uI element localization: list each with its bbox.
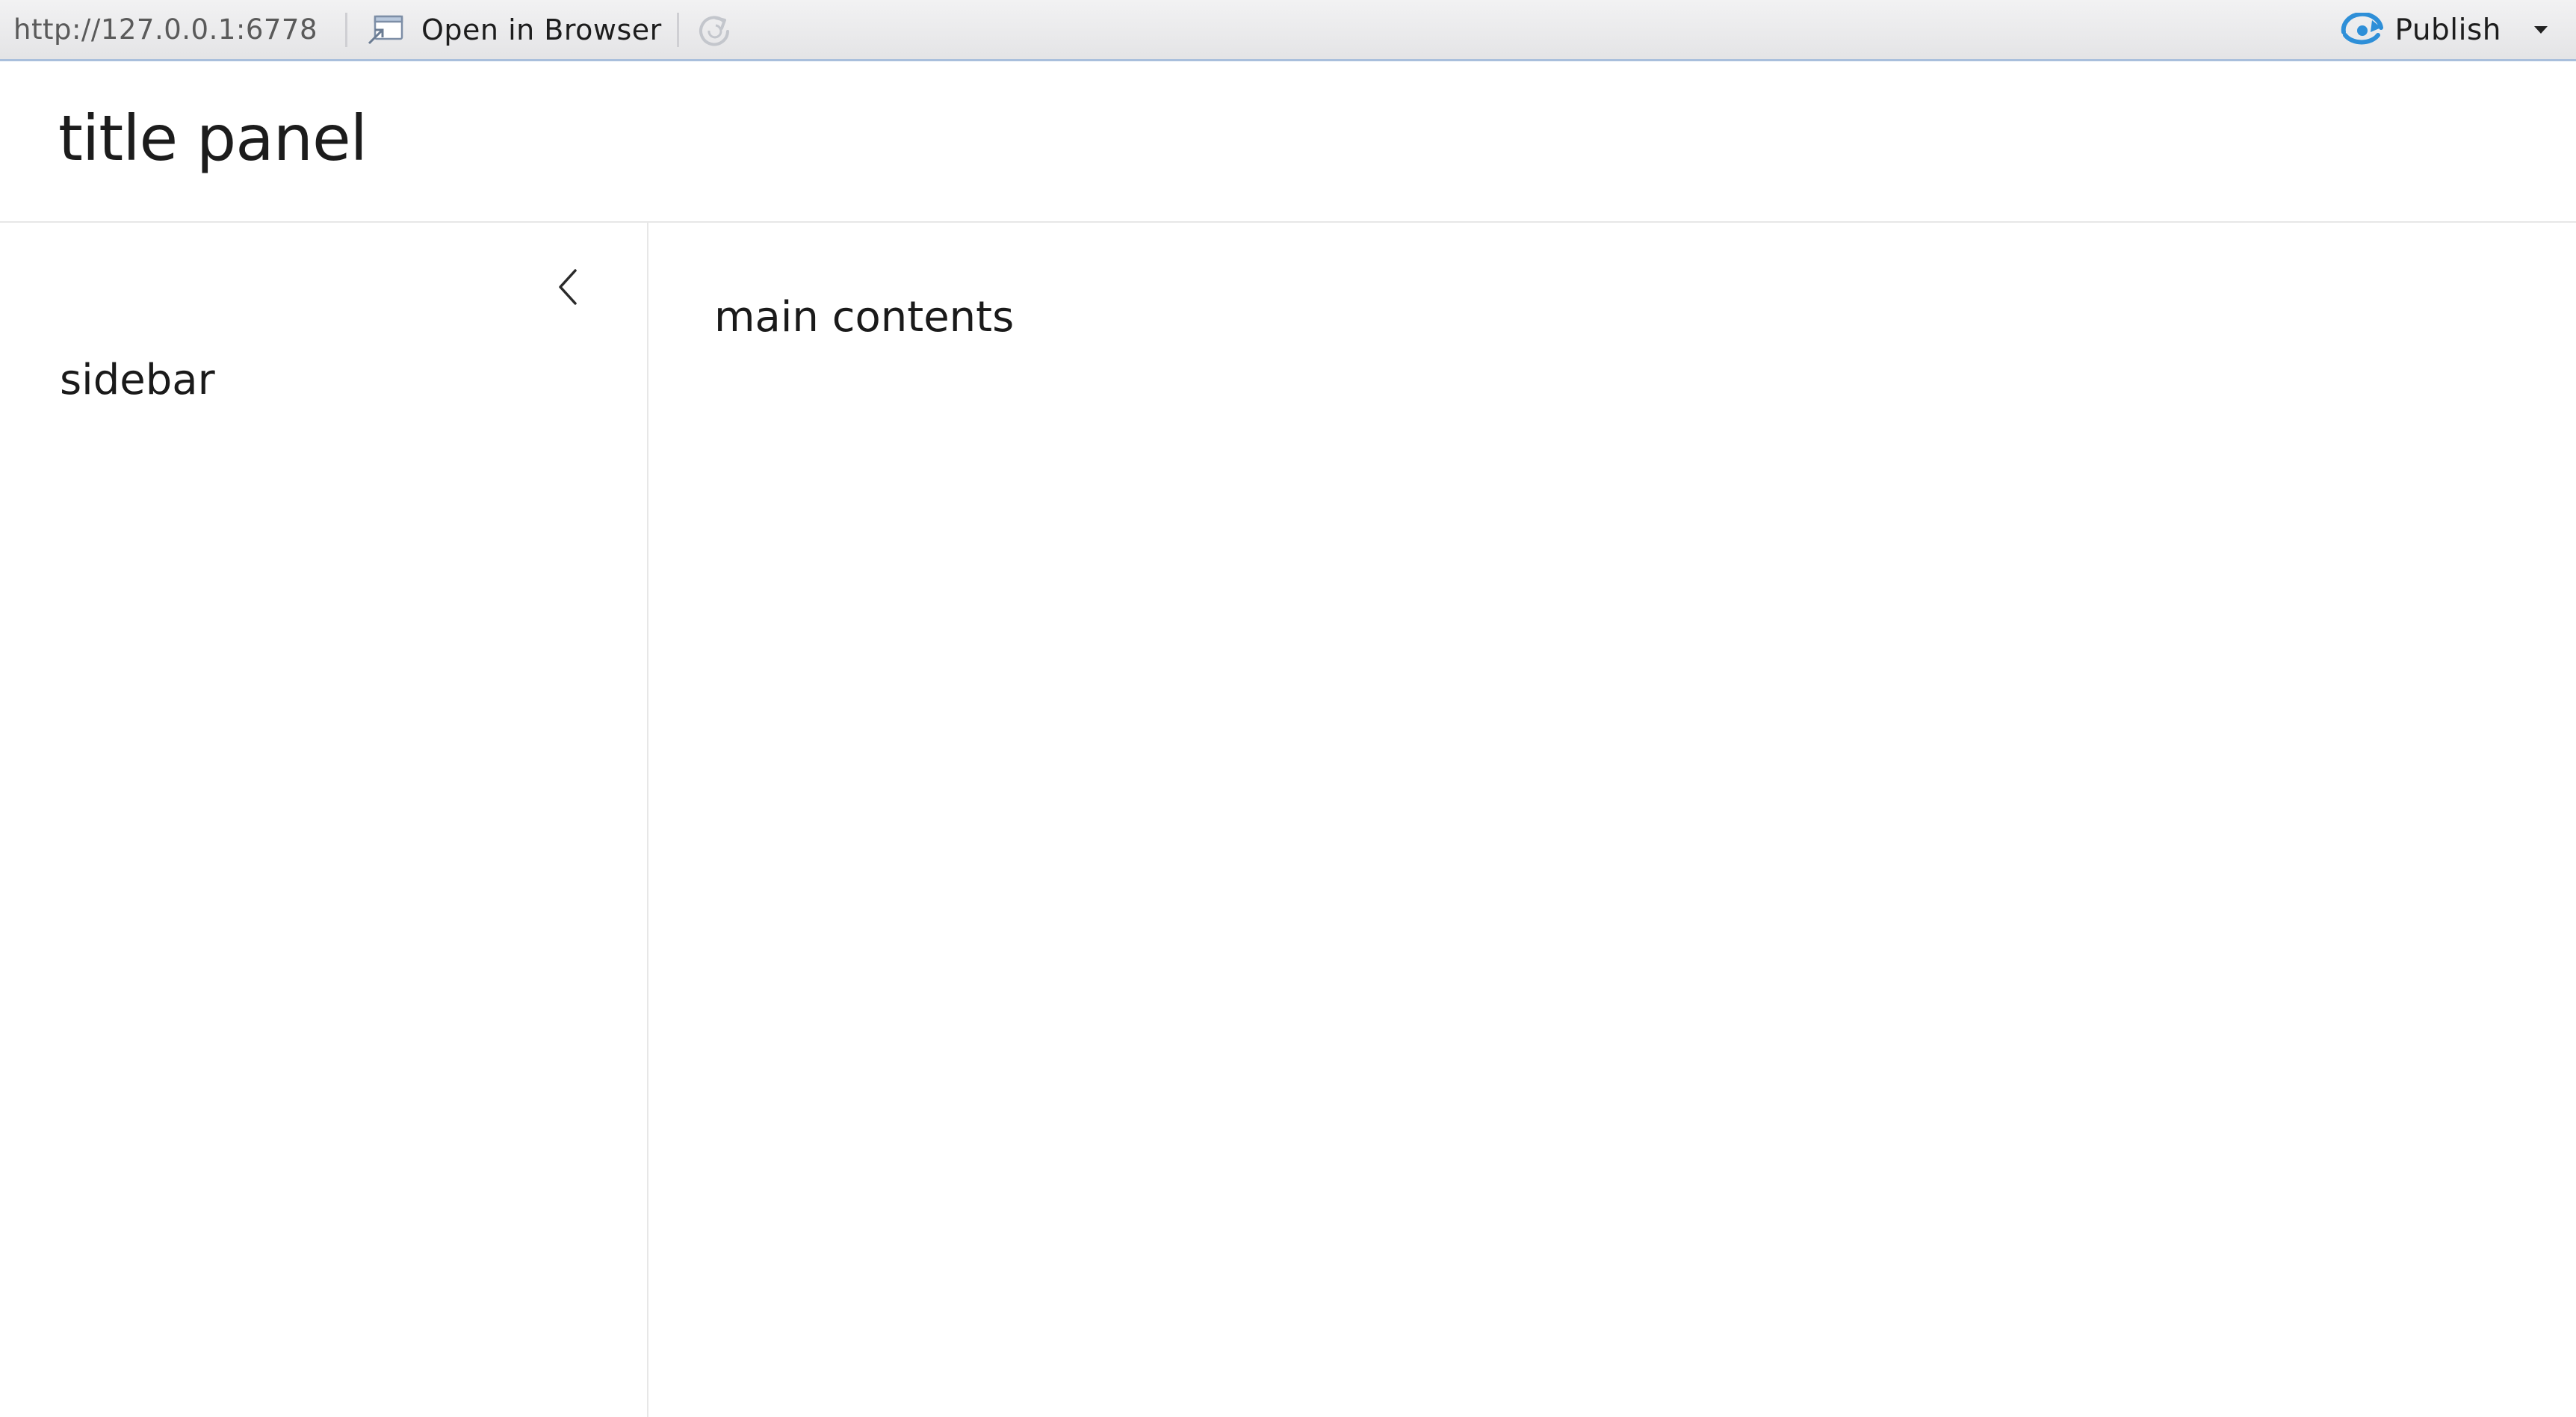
open-in-browser-label: Open in Browser xyxy=(421,13,662,46)
sidebar-text: sidebar xyxy=(60,356,215,404)
sidebar-collapse-button[interactable] xyxy=(550,266,586,308)
main-panel: main contents xyxy=(648,223,2576,1417)
caret-down-icon[interactable] xyxy=(2533,25,2549,35)
main-contents-text: main contents xyxy=(714,293,1015,342)
publish-icon xyxy=(2341,13,2384,45)
toolbar-separator xyxy=(677,13,679,47)
publish-button[interactable]: Publish xyxy=(2339,9,2549,51)
refresh-icon xyxy=(699,16,729,46)
toolbar-separator xyxy=(345,13,347,47)
open-in-browser-button[interactable]: Open in Browser xyxy=(366,9,662,51)
refresh-button[interactable] xyxy=(693,10,735,51)
sidebar: sidebar xyxy=(0,223,648,1417)
open-in-browser-icon xyxy=(368,15,403,45)
url-display[interactable]: http://127.0.0.1:6778 xyxy=(13,13,318,46)
page-title: title panel xyxy=(58,102,368,175)
chevron-left-icon xyxy=(559,269,577,305)
title-panel: title panel xyxy=(0,61,2576,223)
viewer-toolbar: http://127.0.0.1:6778 Open in Browser Pu… xyxy=(0,0,2576,61)
publish-label: Publish xyxy=(2394,13,2501,47)
